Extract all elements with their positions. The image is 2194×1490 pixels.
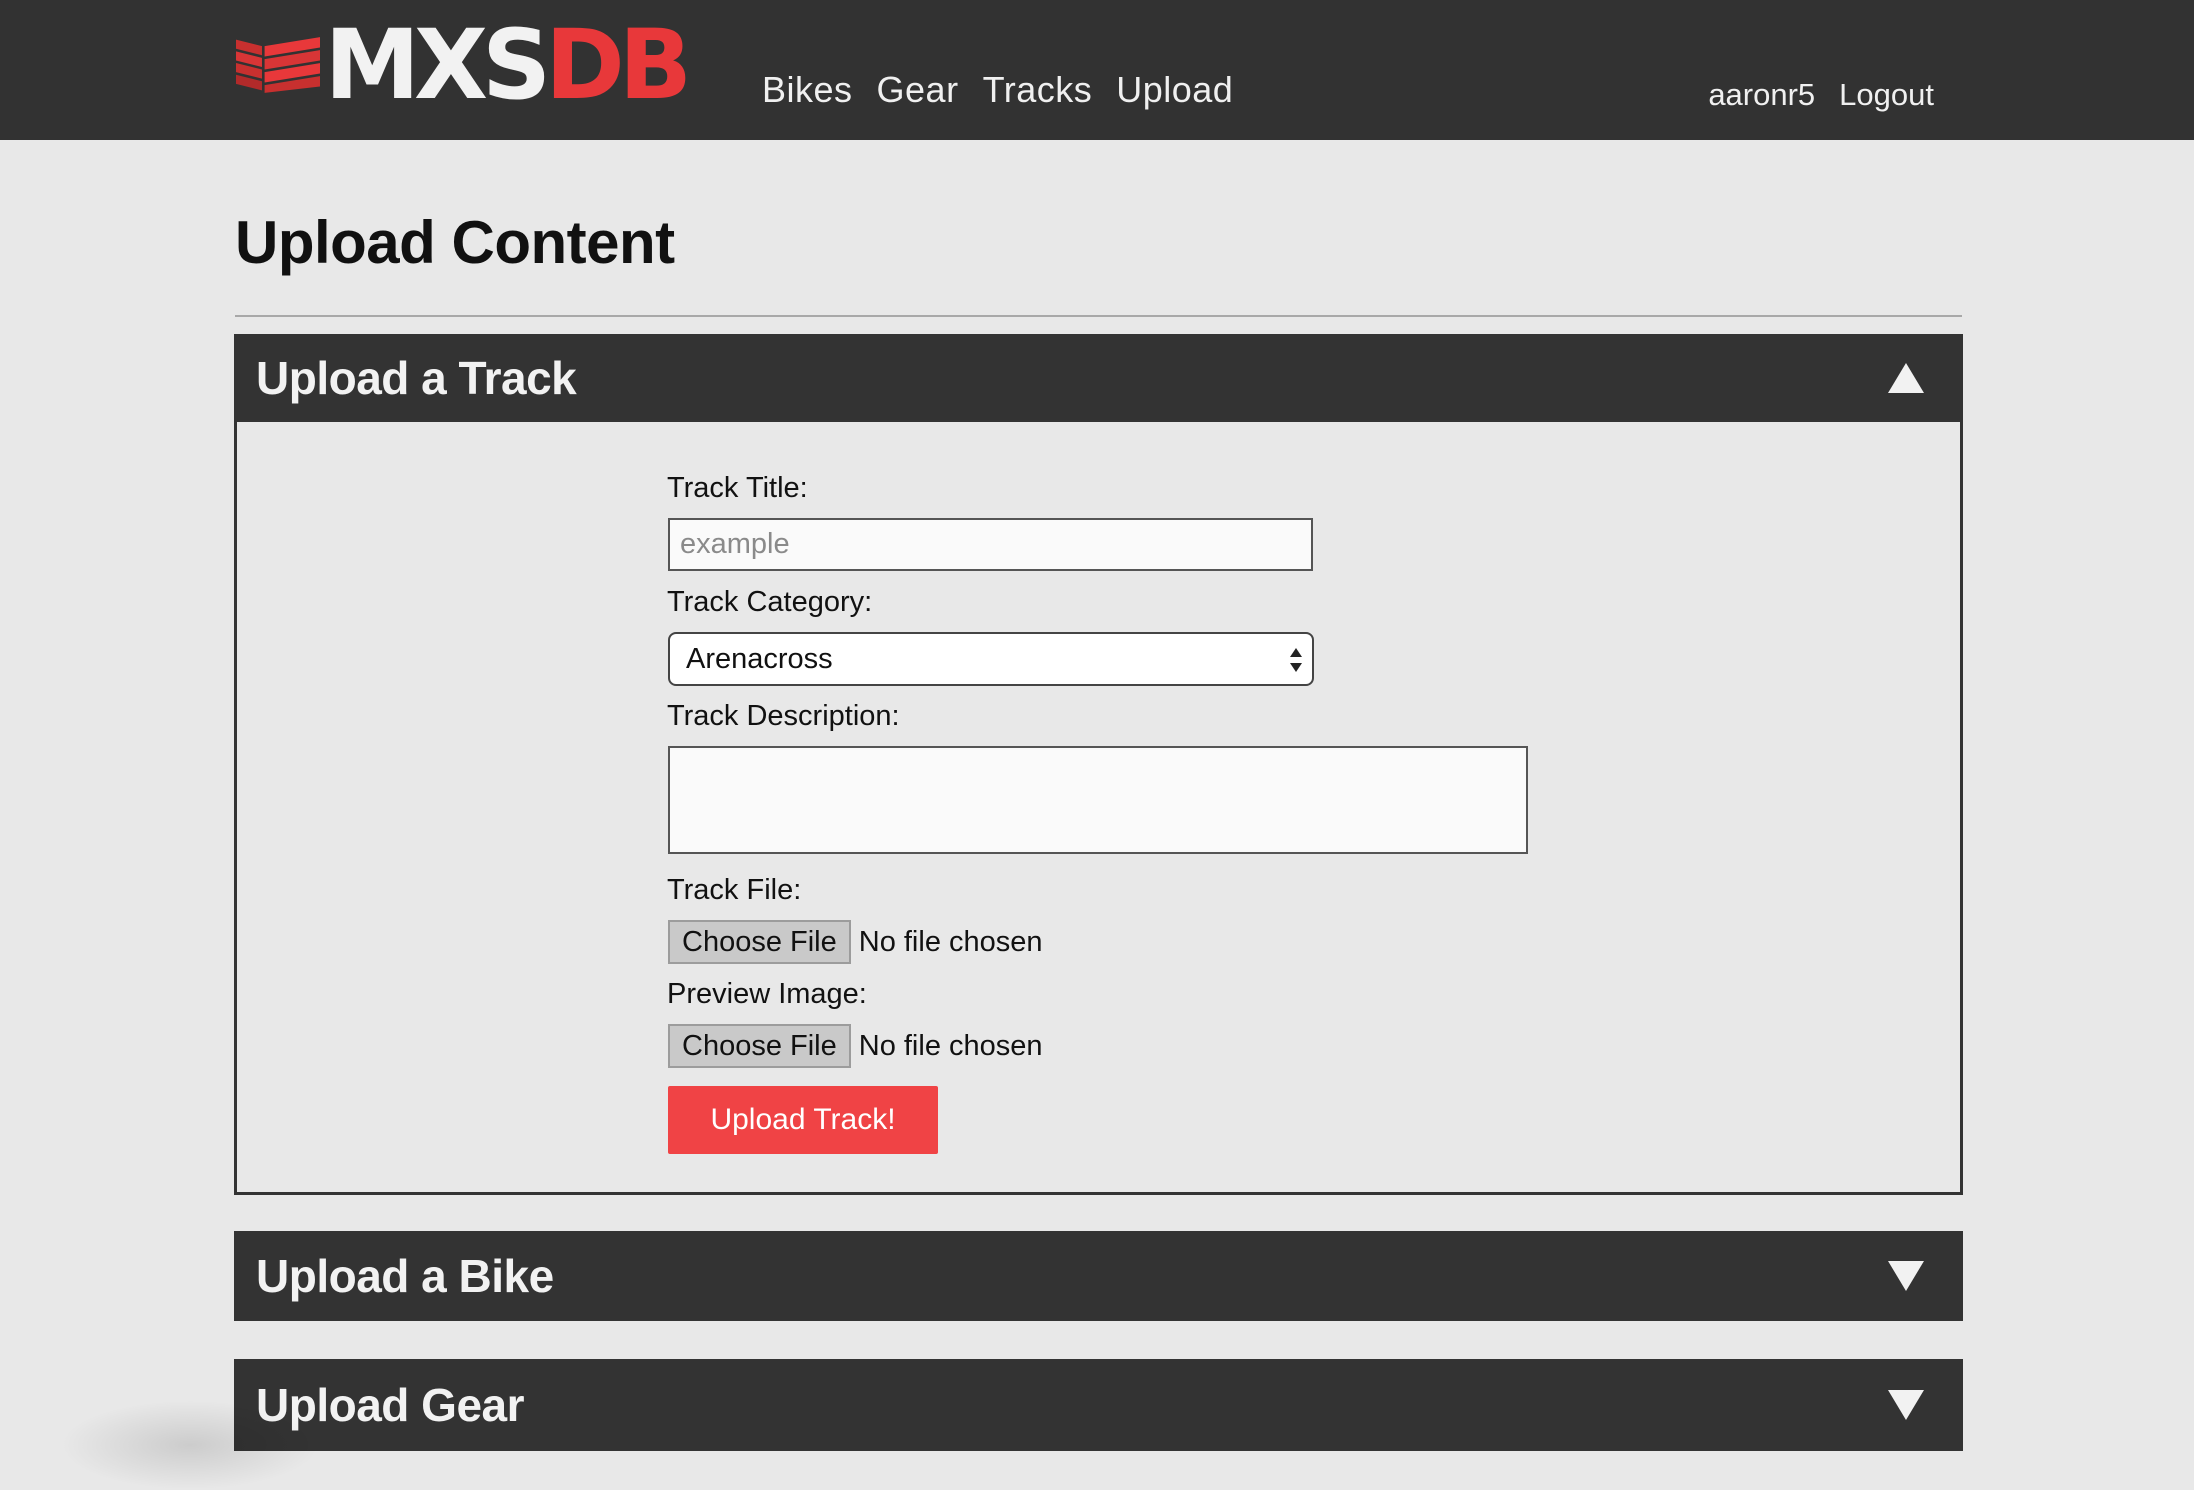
panel-header-upload-gear[interactable]: Upload Gear: [234, 1359, 1963, 1451]
panel-title: Upload a Bike: [256, 1250, 554, 1302]
nav-gear-link[interactable]: Gear: [877, 69, 959, 111]
logo-stripes-icon: [236, 37, 321, 93]
track-description-textarea[interactable]: [668, 746, 1528, 854]
track-file-status: No file chosen: [858, 925, 1043, 958]
top-navbar: MXSDB Bikes Gear Tracks Upload aaronr5 L…: [0, 0, 2194, 140]
window-corner-shadow: [60, 1400, 320, 1490]
preview-image-picker: Choose File No file chosen: [668, 1024, 1043, 1068]
chevron-down-icon: [1888, 1390, 1924, 1420]
nav-tracks-link[interactable]: Tracks: [983, 69, 1093, 111]
track-file-picker: Choose File No file chosen: [668, 920, 1043, 964]
page-title: Upload Content: [235, 209, 675, 276]
track-file-label: Track File:: [667, 874, 802, 906]
logo-wordmark-accent: DB: [545, 9, 692, 121]
preview-image-label: Preview Image:: [667, 978, 867, 1010]
logo-wordmark: MXSDB: [324, 17, 692, 113]
chevron-up-icon: [1888, 363, 1924, 393]
site-logo[interactable]: MXSDB: [236, 17, 692, 113]
nav-bikes-link[interactable]: Bikes: [762, 69, 853, 111]
track-category-selected-value: Arenacross: [686, 642, 833, 675]
logout-link[interactable]: Logout: [1839, 77, 1934, 113]
main-nav: Bikes Gear Tracks Upload: [762, 62, 1233, 118]
panel-header-upload-track[interactable]: Upload a Track: [234, 334, 1963, 422]
track-title-input[interactable]: [668, 518, 1313, 571]
username-link[interactable]: aaronr5: [1708, 77, 1815, 113]
title-divider: [235, 315, 1962, 317]
user-menu: aaronr5 Logout: [1708, 70, 1934, 120]
track-title-label: Track Title:: [667, 472, 808, 504]
select-arrows-icon: [1290, 648, 1302, 672]
track-description-label: Track Description:: [667, 700, 900, 732]
nav-upload-link[interactable]: Upload: [1116, 69, 1233, 111]
logo-wordmark-primary: MXS: [324, 9, 551, 121]
chevron-down-icon: [1888, 1261, 1924, 1291]
track-category-select[interactable]: Arenacross: [668, 632, 1314, 686]
upload-track-button[interactable]: Upload Track!: [668, 1086, 938, 1154]
track-file-choose-button[interactable]: Choose File: [668, 920, 851, 964]
track-category-label: Track Category:: [667, 586, 873, 618]
preview-image-status: No file chosen: [858, 1029, 1043, 1062]
panel-header-upload-bike[interactable]: Upload a Bike: [234, 1231, 1963, 1321]
preview-image-choose-button[interactable]: Choose File: [668, 1024, 851, 1068]
panel-title: Upload a Track: [256, 352, 577, 404]
